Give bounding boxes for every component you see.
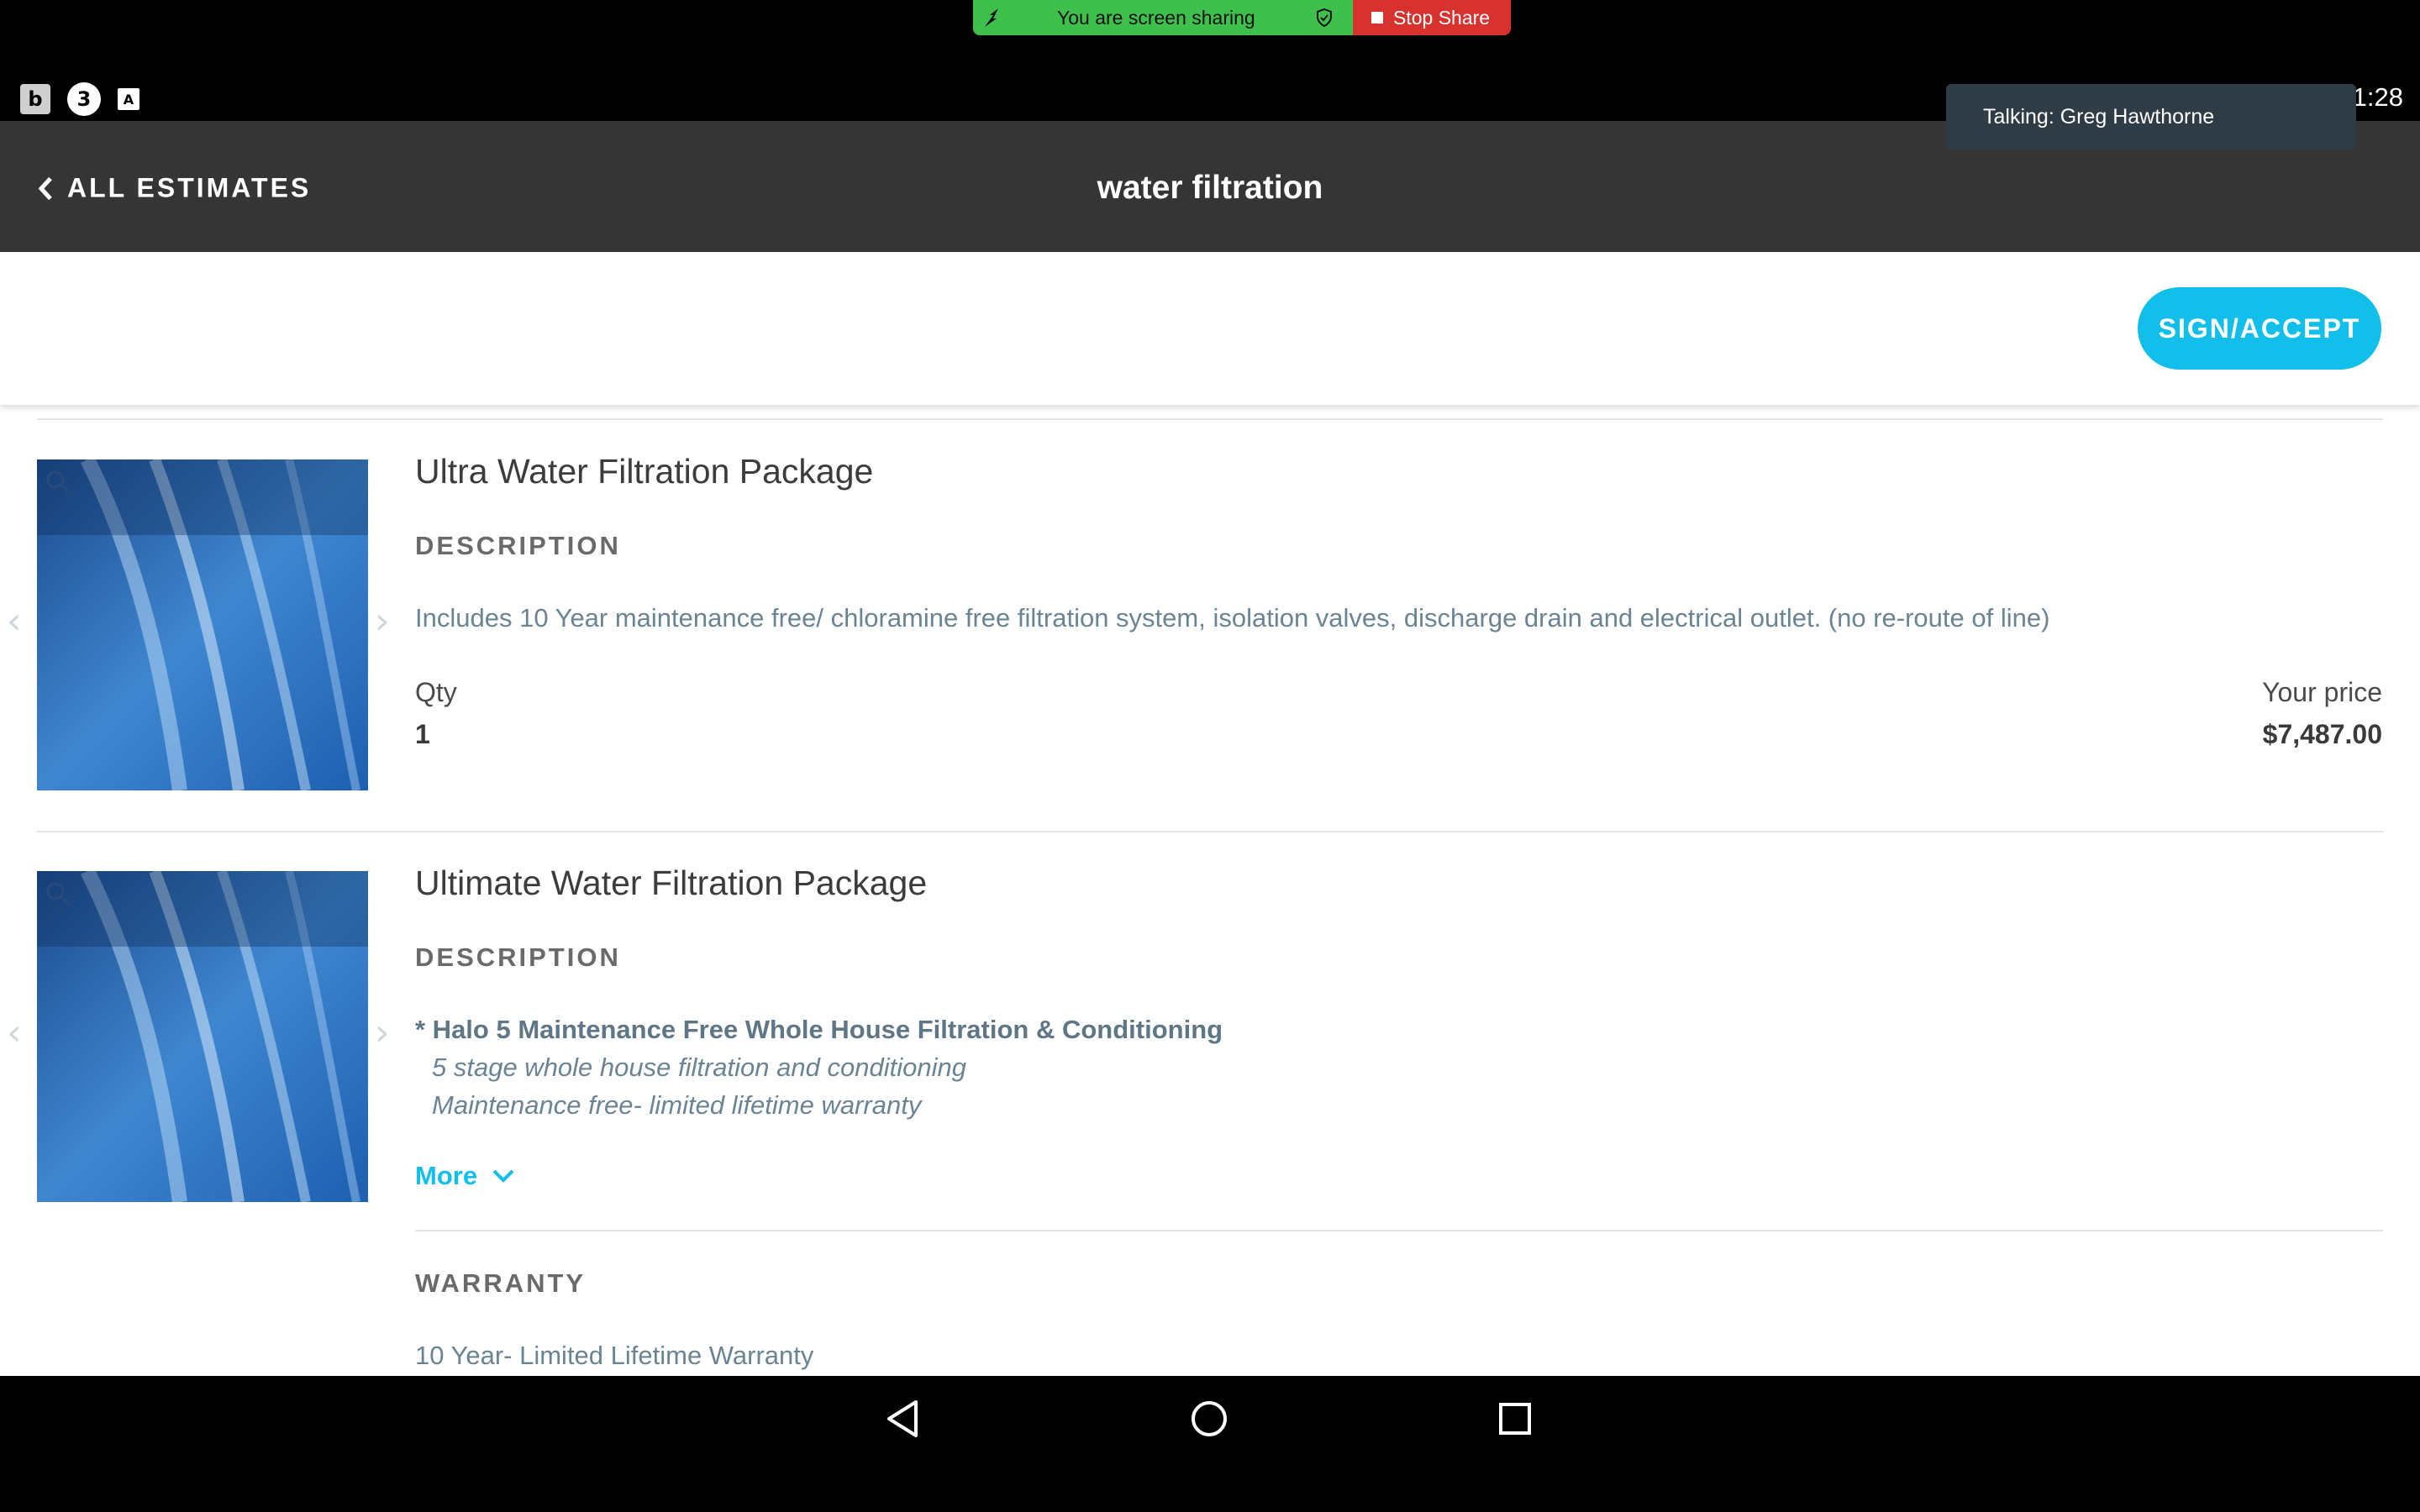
water-photo xyxy=(37,459,368,790)
warranty-label: WARRANTY xyxy=(415,1268,587,1298)
shield-check-icon xyxy=(1317,8,1332,28)
app-3-icon: 3 xyxy=(67,82,101,116)
divider xyxy=(37,418,2383,420)
item-title: Ultra Water Filtration Package xyxy=(415,452,874,491)
a-app-icon: A xyxy=(118,88,139,110)
screen-share-status: You are screen sharing xyxy=(973,0,1353,35)
qty-value: 1 xyxy=(415,719,430,749)
water-photo xyxy=(37,871,368,1202)
description-label: DESCRIPTION xyxy=(415,942,621,972)
description-line: Maintenance free- limited lifetime warra… xyxy=(432,1090,922,1120)
talking-toast: Talking: Greg Hawthorne xyxy=(1946,84,2356,150)
image-next-icon[interactable]: › xyxy=(375,600,390,643)
home-circle-icon[interactable] xyxy=(1188,1398,1230,1440)
description-label: DESCRIPTION xyxy=(415,531,621,560)
screen-share-status-text: You are screen sharing xyxy=(1057,7,1255,29)
screen-share-banner: You are screen sharing Stop Share xyxy=(973,0,1511,35)
recents-square-icon[interactable] xyxy=(1494,1398,1536,1440)
back-triangle-icon[interactable] xyxy=(882,1398,924,1440)
item-image[interactable] xyxy=(37,459,368,790)
stop-square-icon xyxy=(1371,12,1383,24)
description-line: 5 stage whole house filtration and condi… xyxy=(432,1053,966,1082)
status-icons: b 3 A xyxy=(20,82,139,116)
image-prev-icon[interactable]: ‹ xyxy=(7,600,22,643)
action-bar: SIGN/ACCEPT xyxy=(0,252,2420,405)
stop-share-button[interactable]: Stop Share xyxy=(1353,0,1511,35)
item-image[interactable] xyxy=(37,871,368,1202)
image-next-icon[interactable]: › xyxy=(375,1011,390,1054)
share-arrow-icon xyxy=(985,8,998,27)
estimate-content[interactable]: ‹ › Ultra Water Filtration Package DESCR… xyxy=(0,405,2420,1376)
stop-share-label: Stop Share xyxy=(1393,6,1491,29)
android-nav-bar xyxy=(0,1376,2420,1512)
b-app-icon: b xyxy=(20,84,50,114)
chevron-down-icon xyxy=(492,1169,514,1183)
qty-label: Qty xyxy=(415,677,457,707)
divider xyxy=(37,831,2383,832)
clock: 1:28 xyxy=(2352,82,2403,112)
more-button[interactable]: More xyxy=(415,1161,514,1191)
image-prev-icon[interactable]: ‹ xyxy=(7,1011,22,1054)
warranty-text: 10 Year- Limited Lifetime Warranty xyxy=(415,1341,814,1370)
more-label: More xyxy=(415,1161,478,1190)
page-title: water filtration xyxy=(1097,170,1323,206)
zoom-icon[interactable] xyxy=(45,881,71,906)
divider xyxy=(415,1230,2383,1231)
sign-accept-button[interactable]: SIGN/ACCEPT xyxy=(2138,287,2381,370)
item-description: Includes 10 Year maintenance free/ chlor… xyxy=(415,603,2050,633)
description-bullet-title: * Halo 5 Maintenance Free Whole House Fi… xyxy=(415,1015,1223,1044)
item-title: Ultimate Water Filtration Package xyxy=(415,864,928,902)
zoom-icon[interactable] xyxy=(45,470,71,495)
price-value: $7,487.00 xyxy=(2262,719,2382,749)
price-label: Your price xyxy=(2262,677,2382,707)
